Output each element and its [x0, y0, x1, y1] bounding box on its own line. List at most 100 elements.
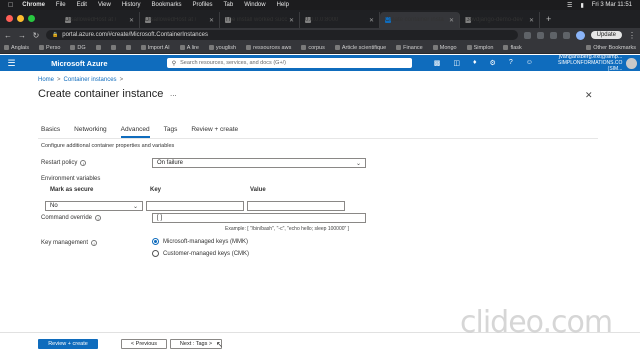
- directory-filter-icon[interactable]: ◫: [453, 59, 460, 67]
- menu-view[interactable]: View: [98, 2, 111, 8]
- previous-button[interactable]: < Previous: [121, 339, 167, 349]
- azure-brand[interactable]: Microsoft Azure: [51, 59, 167, 68]
- folder-icon: [396, 45, 402, 50]
- minimize-window-button[interactable]: [17, 15, 24, 22]
- account-info[interactable]: jvangansberg.ext@simp... SIMPLONFORMATIO…: [545, 54, 622, 72]
- forward-icon[interactable]: →: [18, 31, 26, 40]
- bookmark-item[interactable]: A lire: [179, 45, 199, 51]
- review-create-button[interactable]: Review + create: [38, 339, 98, 349]
- breadcrumb-home[interactable]: Home: [38, 77, 54, 83]
- next-tags-button[interactable]: Next : Tags >: [170, 339, 222, 349]
- bookmark-icon-only[interactable]: [125, 45, 131, 50]
- bookmark-icon-only[interactable]: [95, 45, 101, 50]
- bookmark-item[interactable]: Finance: [396, 45, 423, 51]
- update-button[interactable]: Update: [590, 31, 622, 39]
- menu-history[interactable]: History: [122, 2, 141, 8]
- env-value-input[interactable]: [247, 201, 345, 211]
- tab-close-icon[interactable]: ✕: [126, 17, 134, 24]
- more-menu-icon[interactable]: ⋮: [628, 31, 636, 40]
- extension-icon[interactable]: [536, 31, 544, 39]
- tab-close-icon[interactable]: ✕: [366, 17, 374, 24]
- radio-button[interactable]: [152, 250, 159, 257]
- settings-gear-icon[interactable]: ⚙: [490, 59, 496, 67]
- azure-search-input[interactable]: ⚲ Search resources, services, and docs (…: [166, 58, 412, 68]
- bookmark-item[interactable]: Anglais: [4, 45, 29, 51]
- notifications-icon[interactable]: ♦: [473, 59, 477, 67]
- menu-profiles[interactable]: Profiles: [193, 2, 213, 8]
- bookmark-item[interactable]: Mongo: [432, 45, 457, 51]
- help-icon[interactable]: ?: [509, 59, 513, 67]
- restart-policy-select[interactable]: On failure ⌄: [152, 158, 366, 168]
- bookmark-item[interactable]: Simplon: [466, 45, 493, 51]
- bookmark-favicon-icon: [95, 45, 101, 50]
- user-avatar[interactable]: [626, 57, 637, 69]
- radio-mmk[interactable]: Microsoft-managed keys (MMK): [152, 238, 248, 245]
- command-override-input[interactable]: [ ]: [152, 213, 366, 223]
- extension-icon[interactable]: [523, 31, 531, 39]
- address-bar[interactable]: 🔒 portal.azure.com/#create/Microsoft.Con…: [46, 30, 518, 40]
- menubar-datetime[interactable]: Fri 3 Mar 11:51: [592, 2, 632, 8]
- radio-cmk[interactable]: Customer-managed keys (CMK): [152, 250, 249, 257]
- menu-file[interactable]: File: [56, 2, 66, 8]
- menu-window[interactable]: Window: [244, 2, 265, 8]
- mouse-cursor-icon: ↖: [216, 340, 223, 349]
- folder-icon: [140, 45, 146, 50]
- bookmark-favicon-icon: [125, 45, 131, 50]
- bookmark-item[interactable]: Import AI: [140, 45, 170, 51]
- tab-tags[interactable]: Tags: [164, 126, 178, 138]
- tab-close-icon[interactable]: ✕: [446, 17, 454, 24]
- breadcrumb-container-instances[interactable]: Container instances: [64, 77, 117, 83]
- info-icon[interactable]: i: [80, 160, 87, 166]
- folder-icon: [39, 45, 45, 50]
- hamburger-menu-icon[interactable]: ☰: [0, 58, 23, 69]
- browser-tab[interactable]: 0.0.0.0:8000 ✕: [300, 12, 380, 28]
- bookmark-icon-only[interactable]: [110, 45, 116, 50]
- env-key-input[interactable]: [146, 201, 244, 211]
- bookmark-item[interactable]: youglish: [208, 45, 236, 51]
- mark-secure-select[interactable]: No ⌄: [45, 201, 143, 211]
- feedback-icon[interactable]: ☺: [526, 59, 533, 67]
- close-window-button[interactable]: [6, 15, 13, 22]
- browser-tab[interactable]: The install worked succ ✕: [220, 12, 300, 28]
- menu-app-name[interactable]: Chrome: [22, 2, 45, 8]
- tab-review-create[interactable]: Review + create: [191, 126, 238, 138]
- bookmark-item[interactable]: ressources aws: [246, 45, 291, 51]
- cloud-shell-icon[interactable]: ▩: [434, 59, 441, 67]
- more-options-icon[interactable]: ...: [170, 89, 177, 98]
- browser-tab[interactable]: DisallowedHost at / ✕: [140, 12, 220, 28]
- menu-help[interactable]: Help: [277, 2, 289, 8]
- menu-bookmarks[interactable]: Bookmarks: [152, 2, 182, 8]
- bookmark-item[interactable]: Article scientifique: [334, 45, 386, 51]
- browser-tab[interactable]: j3ovdjango-demo-dev ✕: [460, 12, 540, 28]
- menu-tab[interactable]: Tab: [224, 2, 234, 8]
- menu-edit[interactable]: Edit: [77, 2, 87, 8]
- wifi-icon[interactable]: ☰: [567, 2, 572, 9]
- extension-icon[interactable]: [549, 31, 557, 39]
- info-icon[interactable]: i: [95, 215, 102, 221]
- battery-icon[interactable]: ▮: [580, 2, 583, 9]
- tab-advanced[interactable]: Advanced: [120, 126, 150, 138]
- close-blade-icon[interactable]: ✕: [585, 90, 593, 101]
- restart-policy-label-text: Restart policy: [41, 160, 78, 166]
- tab-basics[interactable]: Basics: [41, 126, 60, 138]
- new-tab-icon[interactable]: +: [540, 14, 557, 24]
- bookmark-item[interactable]: DG: [70, 45, 86, 51]
- tab-close-icon[interactable]: ✕: [526, 17, 534, 24]
- browser-tab[interactable]: DisallowedHost at / ✕: [60, 12, 140, 28]
- other-bookmarks[interactable]: Other Bookmarks: [586, 45, 636, 51]
- back-icon[interactable]: ←: [4, 31, 12, 40]
- info-icon[interactable]: i: [91, 240, 98, 246]
- profile-avatar[interactable]: [575, 30, 585, 40]
- zoom-window-button[interactable]: [28, 15, 35, 22]
- reload-icon[interactable]: ↻: [32, 31, 40, 40]
- tab-networking[interactable]: Networking: [74, 126, 107, 138]
- lock-icon[interactable]: 🔒: [52, 32, 58, 38]
- bookmark-item[interactable]: corpus: [301, 45, 325, 51]
- bookmark-item[interactable]: flask: [503, 45, 522, 51]
- bookmark-item[interactable]: Perso: [39, 45, 60, 51]
- browser-tab-active[interactable]: Create container insta ✕: [380, 12, 460, 28]
- puzzle-icon[interactable]: [562, 31, 570, 39]
- radio-button-selected[interactable]: [152, 238, 159, 245]
- apple-icon[interactable]: : [8, 2, 13, 9]
- tab-close-icon[interactable]: ✕: [206, 17, 214, 24]
